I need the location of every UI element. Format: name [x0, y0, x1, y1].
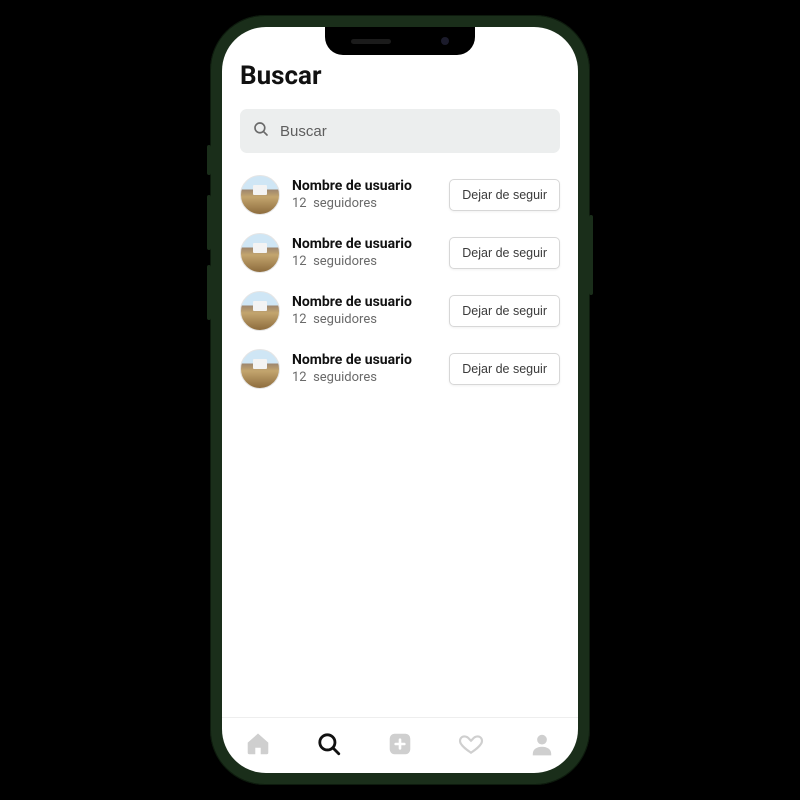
avatar[interactable] [240, 349, 280, 389]
user-followers: 12 seguidores [292, 312, 437, 328]
nav-profile[interactable] [528, 730, 556, 758]
user-info: Nombre de usuario12 seguidores [292, 352, 437, 386]
phone-frame: Buscar Nombre de usuario12 seguidoresDej… [210, 15, 590, 785]
user-name: Nombre de usuario [292, 294, 437, 312]
unfollow-button[interactable]: Dejar de seguir [449, 179, 560, 211]
search-bar[interactable] [240, 109, 560, 153]
unfollow-button[interactable]: Dejar de seguir [449, 295, 560, 327]
page-title: Buscar [240, 61, 560, 91]
user-row[interactable]: Nombre de usuario12 seguidores Dejar de s… [240, 175, 560, 215]
user-followers: 12 seguidores [292, 196, 437, 212]
unfollow-button[interactable]: Dejar de seguir [449, 353, 560, 385]
user-followers: 12 seguidores [292, 370, 437, 386]
phone-side-button [207, 195, 211, 250]
nav-likes[interactable] [457, 730, 485, 758]
search-icon [252, 120, 270, 142]
nav-search[interactable] [315, 730, 343, 758]
user-info: Nombre de usuario12 seguidores [292, 178, 437, 212]
user-list: Nombre de usuario12 seguidoresDejar de s… [240, 175, 560, 389]
user-info: Nombre de usuario12 seguidores [292, 236, 437, 270]
unfollow-button[interactable]: Dejar de seguir [449, 237, 560, 269]
phone-side-button [207, 265, 211, 320]
user-row[interactable]: Nombre de usuario12 seguidores Dejar de s… [240, 349, 560, 389]
user-row[interactable]: Nombre de usuario12 seguidores Dejar de s… [240, 233, 560, 273]
user-info: Nombre de usuario12 seguidores [292, 294, 437, 328]
user-name: Nombre de usuario [292, 178, 437, 196]
page-content: Buscar Nombre de usuario12 seguidoresDej… [222, 27, 578, 717]
avatar[interactable] [240, 233, 280, 273]
user-followers: 12 seguidores [292, 254, 437, 270]
phone-screen: Buscar Nombre de usuario12 seguidoresDej… [222, 27, 578, 773]
search-input[interactable] [280, 123, 548, 140]
heart-icon [458, 731, 484, 757]
plus-square-icon [387, 731, 413, 757]
home-icon [245, 731, 271, 757]
search-icon [316, 731, 342, 757]
nav-add[interactable] [386, 730, 414, 758]
nav-home[interactable] [244, 730, 272, 758]
avatar[interactable] [240, 175, 280, 215]
phone-side-button [589, 215, 593, 295]
user-row[interactable]: Nombre de usuario12 seguidores Dejar de s… [240, 291, 560, 331]
phone-side-button [207, 145, 211, 175]
avatar[interactable] [240, 291, 280, 331]
user-name: Nombre de usuario [292, 352, 437, 370]
profile-icon [529, 731, 555, 757]
user-name: Nombre de usuario [292, 236, 437, 254]
phone-notch [325, 27, 475, 55]
bottom-nav [222, 717, 578, 773]
